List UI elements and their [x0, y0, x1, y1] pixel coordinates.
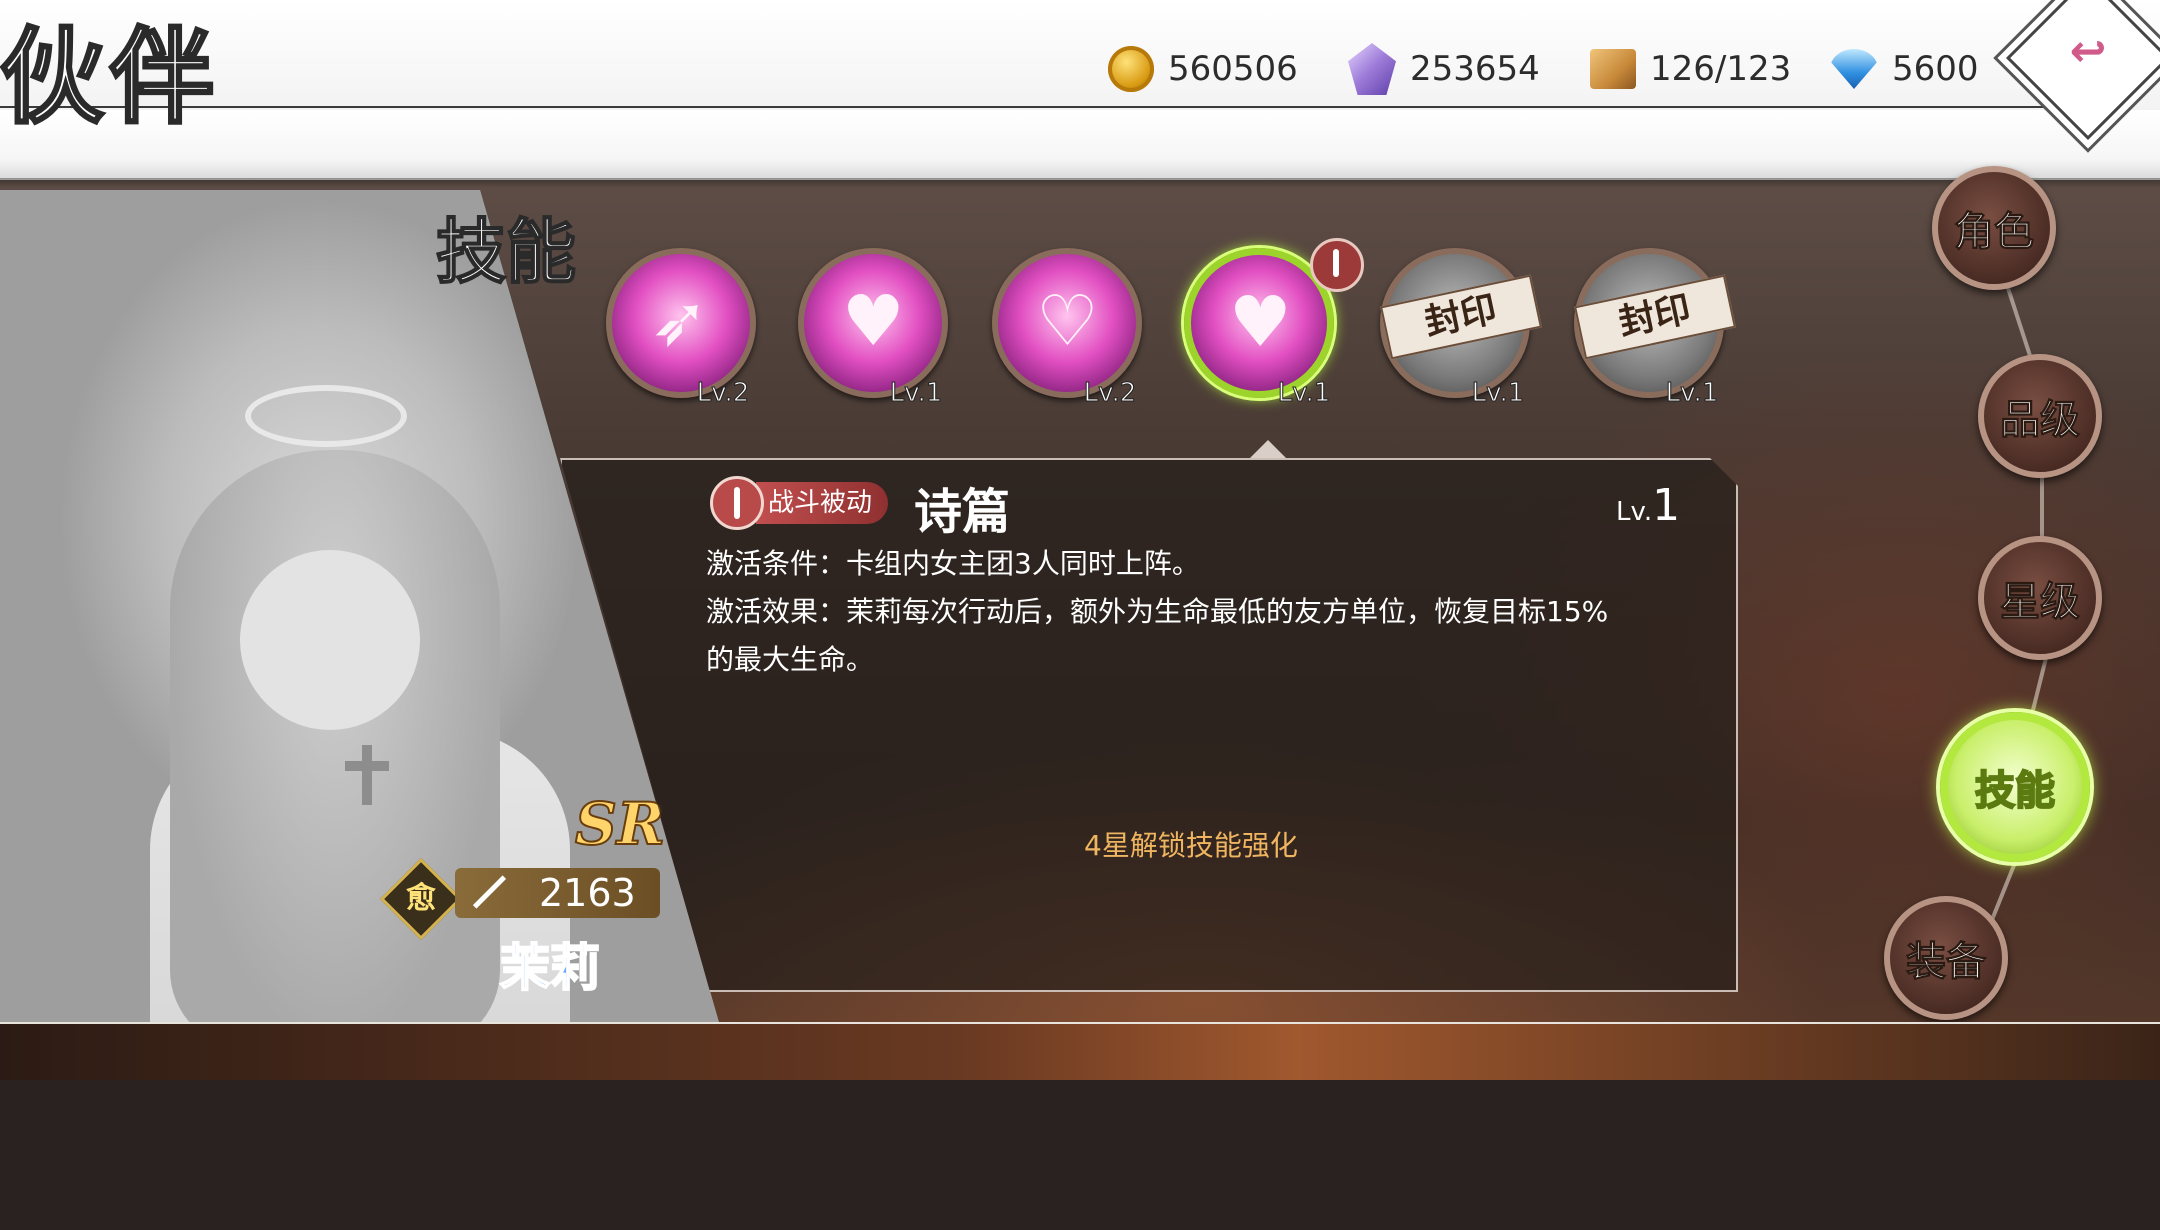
level-prefix: Lv.: [1616, 497, 1653, 527]
currency-inventory[interactable]: 126/123: [1590, 44, 1791, 94]
nav-grade-label: 品级: [2000, 396, 2081, 444]
level-number: 1: [1652, 480, 1681, 531]
inventory-box-icon: [1590, 49, 1636, 89]
nav-skill-label: 技能: [1974, 766, 2056, 815]
rarity-badge: SR: [574, 789, 666, 859]
skill-icon-3[interactable]: ♡: [992, 248, 1142, 398]
portrait-face: [240, 550, 420, 730]
nav-skill-button-active[interactable]: 技能: [1940, 712, 2090, 862]
sword-icon: [469, 873, 509, 913]
cross-icon: [345, 745, 389, 805]
gold-amount: 560506: [1168, 49, 1298, 89]
skill-type-label: 战斗被动: [756, 482, 889, 524]
heart-burst-icon: ♥: [842, 280, 905, 362]
skill-type-badge: 战斗被动: [710, 476, 889, 530]
passive-badge-icon: [1310, 238, 1364, 292]
skill-name: 诗篇: [914, 484, 1011, 540]
skill-icon-2[interactable]: ♥: [798, 248, 948, 398]
nav-star-label: 星级: [2000, 578, 2081, 626]
power-bar: 2163: [455, 868, 660, 918]
skill-effect-line-2: 的最大生命。: [706, 643, 875, 676]
panel-heading: 技能: [435, 209, 577, 294]
header-divider: [0, 106, 2060, 108]
power-value: 2163: [539, 871, 636, 915]
nav-grade-button[interactable]: 品级: [1978, 354, 2102, 478]
currency-gold[interactable]: 560506: [1108, 44, 1298, 94]
diamond-amount: 5600: [1892, 49, 1979, 89]
sword-type-icon: [710, 476, 764, 530]
crystal-icon: [1348, 43, 1396, 95]
nav-role-label: 角色: [1954, 208, 2035, 256]
inventory-count: 126/123: [1650, 49, 1792, 89]
currency-crystal[interactable]: 253654: [1348, 43, 1540, 95]
skill-level-4: Lv.1: [1277, 378, 1331, 409]
halo-icon: [245, 385, 407, 447]
back-arrow-icon: ↩: [2069, 26, 2107, 77]
sub-header-bar: [0, 110, 2160, 180]
skill-effect-line-1: 激活效果：茉莉每次行动后，额外为生命最低的友方单位，恢复目标15%: [706, 595, 1609, 628]
skill-level-3: Lv.2: [1083, 378, 1137, 409]
skill-icon-1[interactable]: ➶: [606, 248, 756, 398]
portrait-hair: [170, 450, 500, 1026]
nav-equip-label: 装备: [1906, 938, 1987, 986]
praying-figure-icon: ♥: [1229, 281, 1292, 363]
skill-level-1: Lv.2: [696, 378, 750, 409]
diamond-icon: [1830, 49, 1878, 89]
sub-header-shadow: [0, 178, 2160, 188]
skill-condition: 激活条件：卡组内女主团3人同时上阵。: [706, 547, 1200, 580]
nav-equip-button[interactable]: 装备: [1884, 896, 2008, 1020]
skill-level-2: Lv.1: [889, 378, 943, 409]
arrow-heart-icon: ➶: [650, 280, 709, 362]
detail-pointer: [1248, 440, 1288, 460]
crystal-amount: 253654: [1410, 49, 1540, 89]
page-title: 伙伴: [0, 14, 221, 140]
skill-detail-panel: [560, 458, 1738, 992]
nav-role-button[interactable]: 角色: [1932, 166, 2056, 290]
unlock-note: 4星解锁技能强化: [1084, 829, 1298, 862]
heart-rain-icon: ♡: [1036, 280, 1099, 362]
currency-diamond[interactable]: 5600: [1830, 44, 1979, 94]
gold-coin-icon: [1108, 46, 1154, 92]
skill-level-5: Lv.1: [1471, 378, 1525, 409]
class-label: 愈: [406, 881, 436, 916]
skill-detail-level: Lv. 1: [1616, 480, 1680, 531]
nav-star-button[interactable]: 星级: [1978, 536, 2102, 660]
character-name: 茉莉: [499, 938, 601, 998]
bottom-scenery-strip: [0, 1024, 2160, 1080]
skill-level-6: Lv.1: [1665, 378, 1719, 409]
